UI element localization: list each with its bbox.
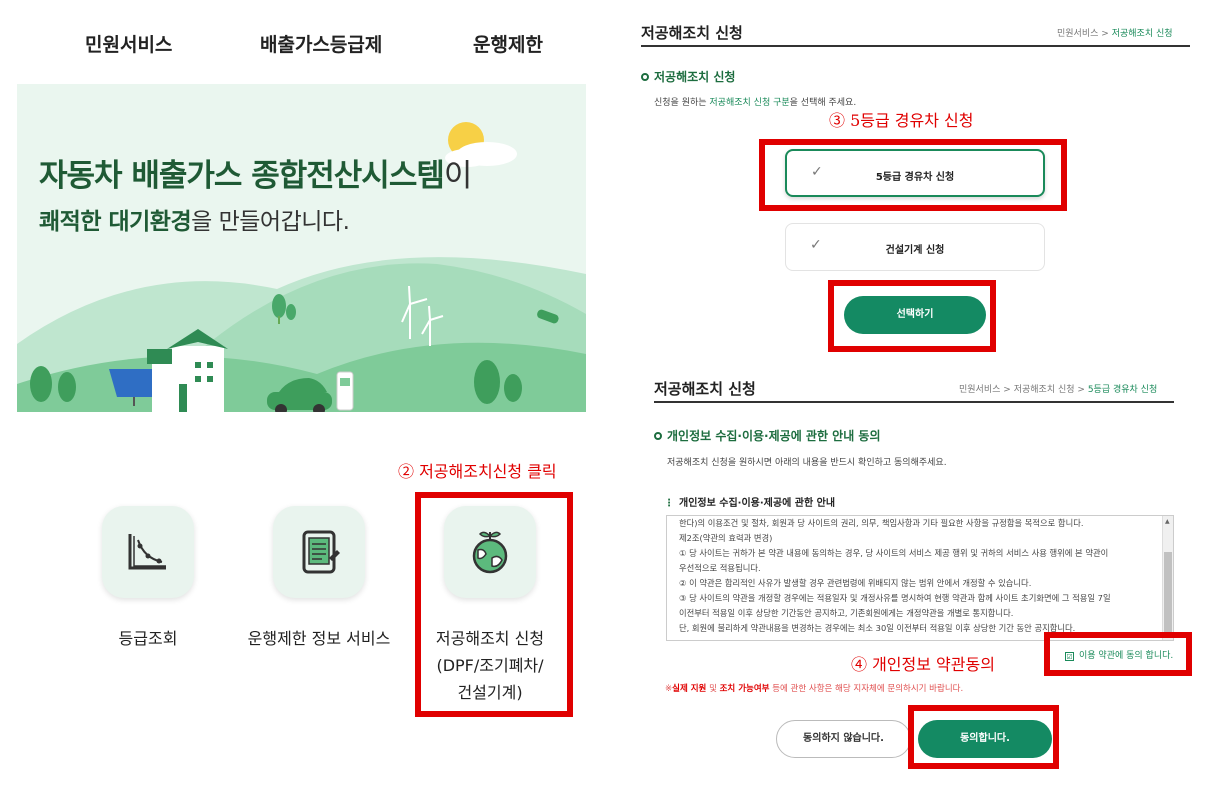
page-title: 저공해조치 신청 <box>641 24 743 42</box>
breadcrumb: 민원서비스 > 저공해조치 신청 > 5등급 경유차 신청 <box>959 382 1157 395</box>
highlight-box-step2 <box>415 492 573 717</box>
terms-line: ③ 당 사이트의 약관을 개정할 경우에는 적용일자 및 개정사유를 명시하여 … <box>679 593 1111 603</box>
section-description: 저공해조치 신청을 원하시면 아래의 내용을 반드시 확인하고 동의해주세요. <box>667 458 947 468</box>
terms-scroll-box[interactable]: 한다)의 이용조건 및 절차, 회원과 당 사이트의 권리, 의무, 책임사항과… <box>666 515 1174 641</box>
disagree-button[interactable]: 동의하지 않습니다. <box>776 720 911 758</box>
breadcrumb-separator: > <box>1077 385 1085 395</box>
section-description: 신청을 원하는 저공해조치 신청 구분을 선택해 주세요. <box>654 98 857 108</box>
scroll-up-icon[interactable]: ▲ <box>1165 518 1170 525</box>
grade-lookup-button[interactable] <box>102 506 194 598</box>
breadcrumb-item[interactable]: 저공해조치 신청 <box>1014 385 1075 395</box>
nav-complaint-service[interactable]: 민원서비스 <box>85 30 172 57</box>
terms-heading: ⋮ 개인정보 수집·이용·제공에 관한 안내 <box>664 498 836 509</box>
tablet-document-icon <box>302 530 340 574</box>
terms-scrollbar[interactable]: ▲ ▼ <box>1162 516 1173 640</box>
hero-title: 자동차 배출가스 종합전산시스템이 <box>39 158 472 194</box>
scroll-thumb[interactable] <box>1164 552 1172 634</box>
hero-subtitle: 쾌적한 대기환경을 만들어갑니다. <box>39 209 350 235</box>
step2-annotation: ② 저공해조치신청 클릭 <box>398 462 557 481</box>
breadcrumb: 민원서비스 > 저공해조치 신청 <box>1057 26 1173 39</box>
nav-driving-restriction[interactable]: 운행제한 <box>473 30 543 57</box>
breadcrumb-item[interactable]: 민원서비스 <box>959 385 1000 395</box>
step4-annotation: ④ 개인정보 약관동의 <box>851 655 995 674</box>
graph-chart-icon <box>128 534 166 570</box>
bullet-icon <box>641 73 649 81</box>
hero-banner: 자동차 배출가스 종합전산시스템이 쾌적한 대기환경을 만들어갑니다. <box>17 84 586 412</box>
title-divider <box>654 401 1174 403</box>
driving-restriction-info-label: 운행제한 정보 서비스 <box>247 629 391 648</box>
terms-line: 제2조(약관의 효력과 변경) <box>679 533 773 543</box>
highlight-box-agree <box>908 705 1059 769</box>
terms-line: 이전부터 적용일 이후 상당한 기간동안 공지하고, 기존회원에게는 개정약관을… <box>679 608 1014 618</box>
driving-restriction-info-button[interactable] <box>273 506 365 598</box>
section-title: 개인정보 수집·이용·제공에 관한 안내 동의 <box>654 427 881 444</box>
heading-marker: ⋮ <box>664 498 674 509</box>
breadcrumb-current: 5등급 경유차 신청 <box>1087 385 1158 395</box>
breadcrumb-separator: > <box>1101 29 1109 39</box>
grade-lookup-label: 등급조회 <box>118 629 178 648</box>
step3-annotation: ③ 5등급 경유차 신청 <box>829 111 974 130</box>
page-title: 저공해조치 신청 <box>654 380 756 398</box>
breadcrumb-current: 저공해조치 신청 <box>1111 29 1173 39</box>
terms-line: 우선적으로 적용됩니다. <box>679 563 761 573</box>
section-title: 저공해조치 신청 <box>641 68 735 85</box>
breadcrumb-separator: > <box>1003 385 1011 395</box>
nav-emission-grade[interactable]: 배출가스등급제 <box>260 30 382 57</box>
highlight-box-step3 <box>759 139 1067 211</box>
breadcrumb-item[interactable]: 민원서비스 <box>1057 29 1098 39</box>
highlight-box-step4 <box>1044 632 1192 676</box>
title-divider <box>641 45 1190 47</box>
terms-line: ① 당 사이트는 귀하가 본 약관 내용에 동의하는 경우, 당 사이트의 서비… <box>679 548 1109 558</box>
option-construction-machinery[interactable]: ✓ 건설기계 신청 <box>785 223 1045 271</box>
notice-text: ※실제 지원 및 조치 가능여부 등에 관한 사항은 해당 지자체에 문의하시기… <box>665 684 964 694</box>
bullet-icon <box>654 432 662 440</box>
terms-line: ② 이 약관은 합리적인 사유가 발생할 경우 관련법령에 위배되지 않는 범위… <box>679 578 1032 588</box>
highlight-box-select <box>828 280 996 352</box>
option-label: 건설기계 신청 <box>885 245 945 256</box>
terms-line: 한다)의 이용조건 및 절차, 회원과 당 사이트의 권리, 의무, 책임사항과… <box>679 518 1084 528</box>
hero-illustration <box>17 84 586 412</box>
